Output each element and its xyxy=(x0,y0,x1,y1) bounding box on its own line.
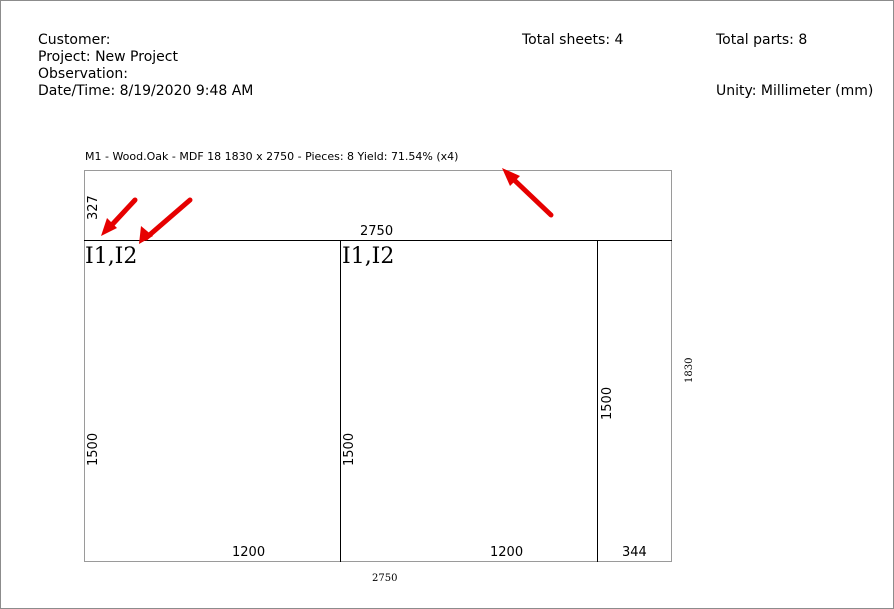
cut-line-horizontal xyxy=(84,240,672,241)
observation-label: Observation: xyxy=(38,66,128,82)
sheet-width-label: 2750 xyxy=(372,573,398,584)
dim-right-width: 344 xyxy=(622,545,647,560)
datetime-label: Date/Time: 8/19/2020 9:48 AM xyxy=(38,83,254,99)
dim-middle-width: 1200 xyxy=(490,545,524,560)
dim-left-height: 1500 xyxy=(86,432,101,466)
part-label-left: I1,I2 xyxy=(85,244,138,269)
part-label-middle: I1,I2 xyxy=(342,244,395,269)
unity-label: Unity: Millimeter (mm) xyxy=(716,83,874,99)
total-sheets-label: Total sheets: 4 xyxy=(522,32,624,48)
dim-top-strip: 327 xyxy=(86,195,101,220)
dim-middle-height: 1500 xyxy=(342,432,357,466)
project-label: Project: New Project xyxy=(38,49,178,65)
total-parts-label: Total parts: 8 xyxy=(716,32,808,48)
dim-strip-length: 2750 xyxy=(360,224,394,239)
cut-line-vertical-2 xyxy=(597,240,598,562)
dim-right-height: 1500 xyxy=(600,386,615,420)
sheet-height-label: 1830 xyxy=(684,357,695,383)
customer-label: Customer: xyxy=(38,32,111,48)
dim-left-width: 1200 xyxy=(232,545,266,560)
cut-line-vertical-1 xyxy=(340,240,341,562)
sheet-title: M1 - Wood.Oak - MDF 18 1830 x 2750 - Pie… xyxy=(85,150,459,163)
